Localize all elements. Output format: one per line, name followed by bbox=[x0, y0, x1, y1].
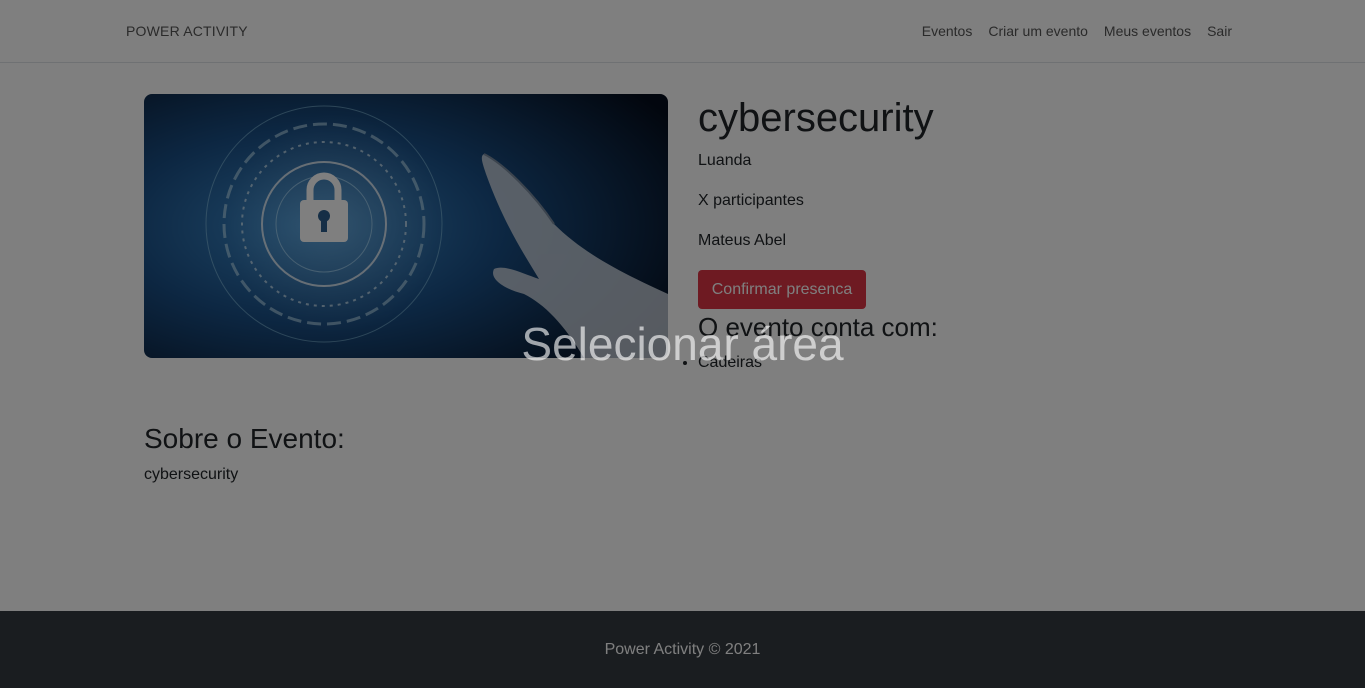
selection-overlay[interactable]: Selecionar área bbox=[0, 0, 1365, 688]
select-area-label: Selecionar área bbox=[521, 318, 844, 370]
